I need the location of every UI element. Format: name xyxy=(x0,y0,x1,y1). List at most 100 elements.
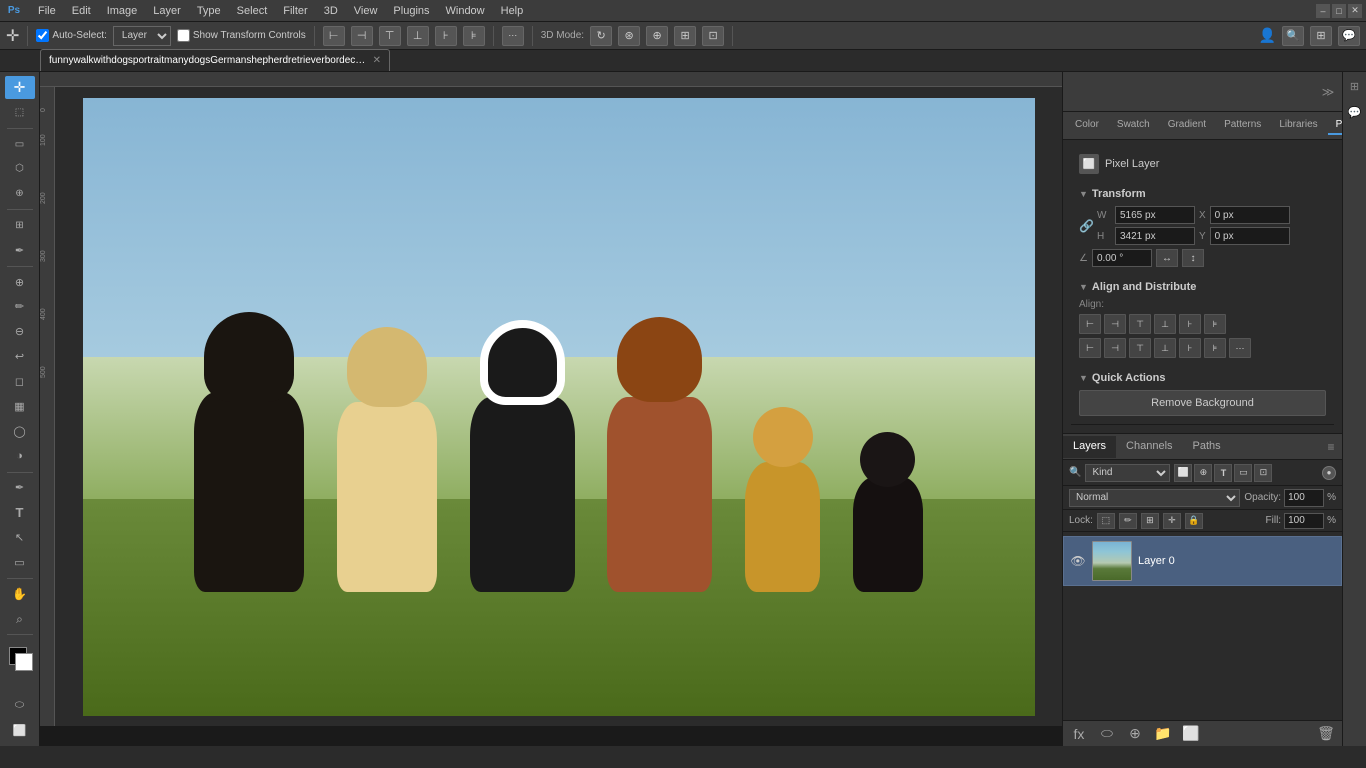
artboard-tool-btn[interactable]: ⬚ xyxy=(5,101,35,124)
align-right-edge-btn[interactable]: ⊤ xyxy=(1129,314,1151,334)
transform-controls-checkbox[interactable] xyxy=(177,29,190,42)
quick-actions-header[interactable]: ▼ Quick Actions xyxy=(1079,372,1326,384)
layer-visibility-toggle[interactable]: 👁 xyxy=(1070,553,1086,569)
flip-vertical-btn[interactable]: ↕ xyxy=(1182,249,1204,267)
menu-item-window[interactable]: Window xyxy=(438,3,493,19)
fill-input[interactable] xyxy=(1284,513,1324,529)
gradient-tab[interactable]: Gradient xyxy=(1160,116,1214,135)
delete-layer-button[interactable]: 🗑 xyxy=(1316,724,1336,744)
distribute-options-btn[interactable]: ⋯ xyxy=(502,26,524,46)
dodge-btn[interactable]: ◑ xyxy=(5,445,35,468)
width-input[interactable] xyxy=(1115,206,1195,224)
menu-item-view[interactable]: View xyxy=(346,3,386,19)
properties-panel-icon[interactable]: ⊞ xyxy=(1345,76,1365,96)
add-fx-button[interactable]: fx xyxy=(1069,724,1089,744)
shapes-btn[interactable]: ▭ xyxy=(5,551,35,574)
type-btn[interactable]: T xyxy=(5,501,35,524)
layers-menu-btn[interactable]: ≡ xyxy=(1320,436,1342,458)
create-new-layer-button[interactable]: ⬜ xyxy=(1181,724,1201,744)
blend-mode-select[interactable]: Normal Dissolve Darken Multiply Color Bu… xyxy=(1069,489,1240,507)
auto-select-dropdown[interactable]: Layer Group xyxy=(113,26,171,46)
lock-position-btn[interactable]: ✛ xyxy=(1163,513,1181,529)
menu-item-filter[interactable]: Filter xyxy=(275,3,315,19)
foreground-color-btn[interactable] xyxy=(5,643,35,666)
swatch-tab[interactable]: Swatch xyxy=(1109,116,1158,135)
lock-artboards-btn[interactable]: ⊞ xyxy=(1141,513,1159,529)
paths-tab[interactable]: Paths xyxy=(1183,436,1231,458)
menu-item-plugins[interactable]: Plugins xyxy=(385,3,437,19)
height-input[interactable] xyxy=(1115,227,1195,245)
align-center-h-btn[interactable]: ⊦ xyxy=(435,26,457,46)
align-left-btn[interactable]: ⊢ xyxy=(323,26,345,46)
remove-background-button[interactable]: Remove Background xyxy=(1079,390,1326,416)
quick-select-btn[interactable]: ⊕ xyxy=(5,182,35,205)
win-close-button[interactable]: ✕ xyxy=(1348,4,1362,18)
menu-item-help[interactable]: Help xyxy=(493,3,532,19)
crop-btn[interactable]: ⊞ xyxy=(5,214,35,237)
brush-btn[interactable]: ✏ xyxy=(5,295,35,318)
filter-toggle-btn[interactable]: ● xyxy=(1322,466,1336,480)
filter-kind-select[interactable]: Kind Name Effect Mode Attribute Color Sm… xyxy=(1085,464,1170,482)
eyedropper-btn[interactable]: ✒ xyxy=(5,239,35,262)
align-top-edge-btn[interactable]: ⊥ xyxy=(1154,314,1176,334)
3d-roll-btn[interactable]: ⊛ xyxy=(618,26,640,46)
angle-input[interactable] xyxy=(1092,249,1152,267)
rectangular-marquee-btn[interactable]: ▭ xyxy=(5,133,35,156)
dist-top-btn[interactable]: ⊥ xyxy=(1154,338,1176,358)
link-dimensions-btn[interactable]: 🔗 xyxy=(1079,219,1093,233)
win-minimize-button[interactable]: – xyxy=(1316,4,1330,18)
zoom-btn[interactable]: ⌕ xyxy=(5,608,35,631)
patterns-tab[interactable]: Patterns xyxy=(1216,116,1269,135)
flip-horizontal-btn[interactable]: ↔ xyxy=(1156,249,1178,267)
filter-text-btn[interactable]: T xyxy=(1214,464,1232,482)
libraries-tab[interactable]: Libraries xyxy=(1271,116,1325,135)
align-v-center-btn[interactable]: ⊦ xyxy=(1179,314,1201,334)
lasso-btn[interactable]: ⬡ xyxy=(5,157,35,180)
lock-all-btn[interactable]: 🔒 xyxy=(1185,513,1203,529)
hand-btn[interactable]: ✋ xyxy=(5,583,35,606)
comments-panel-icon[interactable]: 💬 xyxy=(1345,102,1365,122)
transform-header[interactable]: ▼ Transform xyxy=(1079,188,1326,200)
menu-item-image[interactable]: Image xyxy=(99,3,146,19)
align-top-btn[interactable]: ⊥ xyxy=(407,26,429,46)
x-input[interactable] xyxy=(1210,206,1290,224)
filter-shape-btn[interactable]: ▭ xyxy=(1234,464,1252,482)
eraser-btn[interactable]: ◻ xyxy=(5,370,35,393)
dist-left-btn[interactable]: ⊢ xyxy=(1079,338,1101,358)
create-group-button[interactable]: 📁 xyxy=(1153,724,1173,744)
lock-transparent-btn[interactable]: ⬚ xyxy=(1097,513,1115,529)
document-tab[interactable]: funnywalkwithdogsportraitmanydogsGermans… xyxy=(40,49,390,71)
win-maximize-button[interactable]: □ xyxy=(1332,4,1346,18)
align-center-v-btn[interactable]: ⊣ xyxy=(351,26,373,46)
align-left-edge-btn[interactable]: ⊢ xyxy=(1079,314,1101,334)
y-input[interactable] xyxy=(1210,227,1290,245)
quick-mask-btn[interactable]: ⬭ xyxy=(5,694,35,717)
dist-h-center-btn[interactable]: ⊣ xyxy=(1104,338,1126,358)
move-tool-btn[interactable]: ✛ xyxy=(5,76,35,99)
menu-item-type[interactable]: Type xyxy=(189,3,229,19)
history-brush-btn[interactable]: ↩ xyxy=(5,345,35,368)
menu-item-select[interactable]: Select xyxy=(229,3,276,19)
dist-bottom-btn[interactable]: ⊧ xyxy=(1204,338,1226,358)
change-screen-mode-btn[interactable]: ⬜ xyxy=(5,719,35,742)
gradient-btn[interactable]: ▦ xyxy=(5,395,35,418)
filter-pixel-btn[interactable]: ⬜ xyxy=(1174,464,1192,482)
add-mask-button[interactable]: ⬭ xyxy=(1097,724,1117,744)
layers-tab[interactable]: Layers xyxy=(1063,436,1116,458)
3d-slide-btn[interactable]: ⊞ xyxy=(674,26,696,46)
align-bottom-edge-btn[interactable]: ⊧ xyxy=(1204,314,1226,334)
pen-btn[interactable]: ✒ xyxy=(5,476,35,499)
opacity-input[interactable] xyxy=(1284,489,1324,507)
more-align-btn[interactable]: ⋯ xyxy=(1229,338,1251,358)
path-select-btn[interactable]: ↖ xyxy=(5,526,35,549)
lock-paint-btn[interactable]: ✏ xyxy=(1119,513,1137,529)
3d-scale-btn[interactable]: ⊡ xyxy=(702,26,724,46)
menu-item-3d[interactable]: 3D xyxy=(316,3,346,19)
menu-item-file[interactable]: File xyxy=(30,3,64,19)
workspace-btn[interactable]: ⊞ xyxy=(1310,26,1332,46)
channels-tab[interactable]: Channels xyxy=(1116,436,1182,458)
healing-btn[interactable]: ⊕ xyxy=(5,271,35,294)
menu-item-edit[interactable]: Edit xyxy=(64,3,99,19)
search-btn[interactable]: 🔍 xyxy=(1282,26,1304,46)
filter-smartobj-btn[interactable]: ⊡ xyxy=(1254,464,1272,482)
